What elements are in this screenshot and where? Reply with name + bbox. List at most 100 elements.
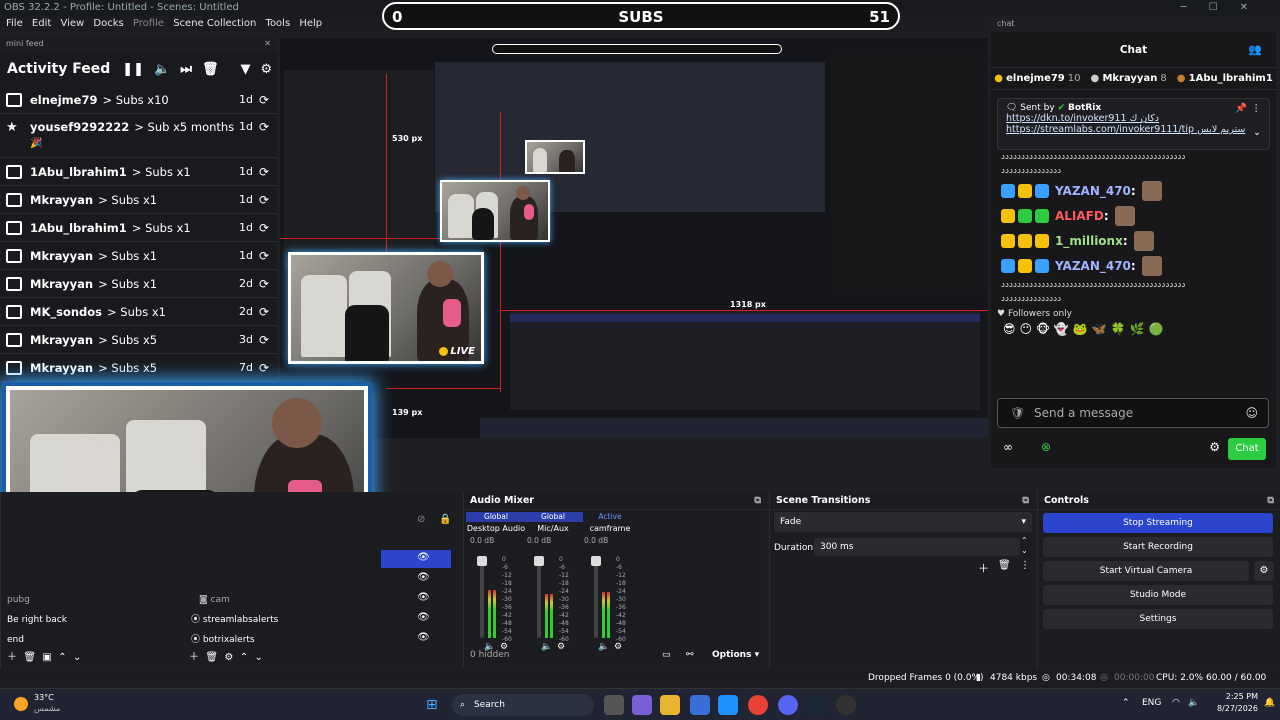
file-explorer-icon[interactable] — [660, 695, 680, 715]
steam-icon[interactable] — [806, 695, 826, 715]
source-item[interactable]: ⦿ botrixalerts — [191, 630, 255, 650]
pinned-link[interactable]: https://dkn.to/invoker911 دكان ك — [1006, 113, 1261, 124]
add-icon[interactable]: ＋ — [978, 560, 989, 576]
volume-slider-handle[interactable] — [534, 556, 544, 566]
feed-item[interactable]: ★ yousef9292222 > Sub x5 months 1d ⟳ 🎉 — [0, 114, 277, 158]
replay-icon[interactable]: ⟳ — [259, 165, 269, 179]
preview-canvas[interactable]: 530 px 1318 px 139 px LIVE — [280, 38, 988, 438]
studio-mode-button[interactable]: Studio Mode — [1043, 585, 1273, 605]
chat-username[interactable]: YAZAN_470 — [1055, 184, 1131, 198]
replay-icon[interactable]: ⟳ — [259, 277, 269, 291]
gear-icon[interactable]: ⚙ — [224, 652, 233, 663]
chat-username[interactable]: 1_millionx — [1055, 234, 1123, 248]
chat-message[interactable]: ALIAFD: — [991, 203, 1276, 228]
mixer-layout-icon[interactable]: ▭ — [662, 650, 671, 660]
discord-icon[interactable] — [778, 695, 798, 715]
mute-icon[interactable]: 🔈 — [598, 642, 609, 652]
wifi-icon[interactable]: ◠ — [1172, 698, 1180, 708]
down-icon[interactable]: ⌄ — [255, 652, 263, 663]
replay-icon[interactable]: ⟳ — [259, 120, 269, 134]
replay-icon[interactable]: ⟳ — [259, 305, 269, 319]
trash-icon[interactable]: 🗑 — [202, 62, 219, 77]
notification-icon[interactable]: 🔔 — [1264, 698, 1275, 708]
float-icon[interactable]: ⧉ — [1267, 492, 1274, 510]
start-virtual-camera-button[interactable]: Start Virtual Camera — [1043, 561, 1249, 581]
feed-item[interactable]: 1Abu_lbrahim1 > Subs x1 1d ⟳ — [0, 158, 277, 186]
chevron-up-icon[interactable]: ⌃ — [1122, 698, 1130, 708]
gear-icon[interactable]: ⚙ — [1209, 440, 1220, 454]
volume-slider[interactable] — [534, 556, 544, 638]
mixer-channel-mode[interactable]: Global — [523, 512, 583, 522]
add-icon[interactable]: ＋ — [189, 652, 199, 663]
eye-icon[interactable]: 👁 — [417, 552, 430, 563]
trash-icon[interactable]: 🗑 — [205, 652, 218, 663]
users-icon[interactable]: 👥 — [1248, 32, 1262, 68]
volume-slider[interactable] — [477, 556, 487, 638]
feed-item[interactable]: 1Abu_lbrahim1 > Subs x1 1d ⟳ — [0, 214, 277, 242]
window-controls[interactable]: ─☐✕ — [1181, 0, 1270, 16]
replay-icon[interactable]: ⟳ — [259, 333, 269, 347]
close-icon[interactable]: ✕ — [264, 36, 271, 52]
up-icon[interactable]: ⌃ — [240, 652, 248, 663]
chat-send-button[interactable]: Chat — [1228, 438, 1266, 460]
obs-icon[interactable] — [836, 695, 856, 715]
menu-profile[interactable]: Profile — [133, 18, 164, 29]
filter-icon[interactable]: ▣ — [42, 652, 51, 663]
pinned-link[interactable]: https://streamlabs.com/invoker9111/tip س… — [1006, 124, 1261, 135]
emote-row[interactable]: 😎 😶 🐵 👻 🐸 🦋 🍀 🌿 🟢 — [991, 322, 1276, 336]
clock-time[interactable]: 2:25 PM — [1210, 692, 1258, 701]
mixer-channel-mode[interactable]: Global — [466, 512, 526, 522]
skip-icon[interactable]: ⏭ — [180, 62, 192, 77]
replay-icon[interactable]: ⟳ — [259, 93, 269, 107]
pin-icon[interactable]: 📌 — [1235, 103, 1247, 114]
taskbar-search[interactable]: ⌕ Search — [452, 694, 594, 716]
mixer-link-icon[interactable]: ⚯ — [686, 650, 694, 660]
float-icon[interactable]: ⧉ — [1022, 492, 1029, 510]
mail-icon[interactable] — [718, 695, 738, 715]
chevron-down-icon[interactable]: ⌄ — [1253, 127, 1261, 138]
app-icon[interactable] — [632, 695, 652, 715]
windows-start-icon[interactable]: ⊞ — [426, 697, 438, 713]
volume-icon[interactable]: 🔈 — [154, 62, 170, 77]
language-indicator[interactable]: ENG — [1142, 698, 1161, 708]
eye-hidden-icon[interactable]: ⊘ — [417, 514, 425, 525]
replay-icon[interactable]: ⟳ — [259, 221, 269, 235]
mixer-channel-name[interactable]: Mic/Aux — [523, 522, 583, 536]
replay-icon[interactable]: ⟳ — [259, 361, 269, 375]
kick-icon[interactable]: ⊗ — [1041, 440, 1051, 454]
mixer-channel-mode[interactable]: Active — [580, 512, 640, 522]
weather-temp[interactable]: 33°C — [34, 693, 54, 702]
mixer-channel-name[interactable]: Desktop Audio — [466, 522, 526, 536]
channel-settings-icon[interactable]: ⚙ — [557, 642, 565, 652]
mixer-options-button[interactable]: Options ▾ — [712, 650, 759, 660]
feed-item[interactable]: elnejme79 > Subs x10 1d ⟳ — [0, 86, 277, 114]
channel-settings-icon[interactable]: ⚙ — [614, 642, 622, 652]
chrome-icon[interactable] — [748, 695, 768, 715]
duration-input[interactable]: 300 ms — [814, 538, 1020, 556]
weather-sun-icon[interactable] — [14, 697, 28, 711]
menu-edit[interactable]: Edit — [32, 18, 51, 29]
task-view-icon[interactable] — [604, 695, 624, 715]
volume-slider-handle[interactable] — [591, 556, 601, 566]
volume-slider[interactable] — [591, 556, 601, 638]
eye-icon[interactable]: 👁 — [417, 612, 430, 623]
mute-icon[interactable]: 🔈 — [541, 642, 552, 652]
emoji-icon[interactable]: ☺ — [1245, 399, 1258, 427]
virtual-camera-settings-icon[interactable]: ⚙ — [1254, 561, 1274, 581]
up-icon[interactable]: ⌃ — [58, 652, 66, 663]
down-icon[interactable]: ⌄ — [73, 652, 81, 663]
start-recording-button[interactable]: Start Recording — [1043, 537, 1273, 557]
store-icon[interactable] — [690, 695, 710, 715]
eye-icon[interactable]: 👁 — [417, 632, 430, 643]
feed-item[interactable]: MK_sondos > Subs x1 2d ⟳ — [0, 298, 277, 326]
feed-item[interactable]: Mkrayyan > Subs x1 2d ⟳ — [0, 270, 277, 298]
eye-icon[interactable]: 👁 — [417, 572, 430, 583]
filter-icon[interactable]: ▼ — [240, 62, 250, 77]
scene-item[interactable]: end — [7, 630, 24, 650]
more-icon[interactable]: ⋮ — [1252, 103, 1262, 114]
trash-icon[interactable]: 🗑 — [23, 652, 36, 663]
menu-docks[interactable]: Docks — [93, 18, 123, 29]
add-icon[interactable]: ＋ — [7, 652, 17, 663]
volume-icon[interactable]: 🔈 — [1188, 698, 1199, 708]
replay-icon[interactable]: ⟳ — [259, 193, 269, 207]
